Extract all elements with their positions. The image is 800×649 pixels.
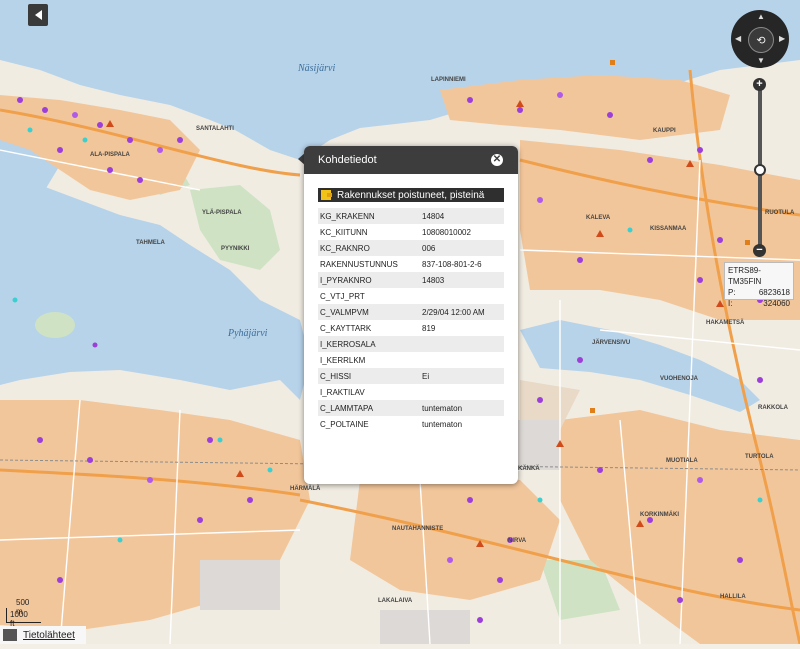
attribute-value: tuntematon (420, 400, 504, 416)
close-icon[interactable]: ✕ (491, 154, 503, 166)
attribute-value: 837-108-801-2-6 (422, 259, 482, 269)
place-label: MUOTIALA (666, 458, 698, 464)
attribute-row: KG_KRAKENN 14804 (318, 208, 504, 224)
place-label: SANTALAHTI (196, 126, 234, 132)
attribute-value: tuntematon (422, 419, 463, 429)
place-label: HAKAMETSÄ (706, 320, 745, 326)
attribute-row: I_KERRLKM (318, 352, 504, 368)
attribute-value (420, 352, 504, 368)
reset-view-icon[interactable]: ⟲ (748, 27, 774, 53)
place-label: ALA-PISPALA (90, 152, 130, 158)
pan-right-icon[interactable]: ▶ (779, 35, 785, 43)
zoom-out-button[interactable]: − (753, 244, 766, 257)
place-label: NAUTAHANNISTE (392, 526, 444, 532)
layer-header: Rakennukset poistuneet, pisteinä (318, 188, 504, 202)
pan-left-icon[interactable]: ◀ (735, 35, 741, 43)
data-sources-label[interactable]: Tietolähteet (23, 630, 75, 641)
attribute-key: RAKENNUSTUNNUS (320, 259, 398, 269)
attribute-row: C_VALMPVM 2/29/04 12:00 AM (318, 304, 504, 320)
attribute-key: KC_KIITUNN (320, 227, 368, 237)
place-label: RAKKOLA (758, 405, 788, 411)
place-label: KALEVA (586, 215, 611, 221)
info-icon (3, 629, 17, 641)
i-value: 324060 (763, 299, 790, 308)
layer-title: Rakennukset poistuneet, pisteinä (337, 189, 485, 201)
place-label: LAKALAIVA (378, 598, 413, 604)
place-label: HALLILA (720, 594, 746, 600)
place-label: NIRVA (508, 538, 527, 544)
coordinate-readout: ETRS89-TM35FIN P: 6823618 I: 324060 (724, 262, 794, 308)
place-label: HÄRMÄLÄ (290, 486, 321, 492)
attribute-key: C_VALMPVM (318, 304, 420, 320)
attribute-value: 14804 (420, 208, 504, 224)
attribute-row: C_VTJ_PRT (318, 288, 504, 304)
place-label: KISSANMAA (650, 226, 687, 232)
attribute-row: RAKENNUSTUNNUS 837-108-801-2-6 (318, 256, 504, 272)
attribute-key: I_PYRAKNRO (318, 272, 420, 288)
attribute-value: 10808010002 (422, 227, 471, 237)
attribute-value: 819 (422, 323, 436, 333)
place-label: LAPINNIEMI (431, 77, 466, 83)
zoom-in-button[interactable]: + (753, 78, 766, 91)
i-label: I: (728, 299, 733, 308)
attribute-row: C_HISSI Ei (318, 368, 504, 384)
attribute-key: C_LAMMTAPA (318, 400, 420, 416)
data-sources-link[interactable]: Tietolähteet (0, 626, 86, 644)
attribute-key: C_HISSI (318, 368, 420, 384)
attribute-row: I_RAKTILAV (318, 384, 504, 400)
attribute-key: I_KERROSALA (318, 336, 420, 352)
place-label: KAUPPI (653, 128, 676, 134)
place-label: JÄRVENSIVU (592, 340, 631, 346)
coordinate-system: ETRS89-TM35FIN (728, 266, 762, 286)
attribute-value: 2/29/04 12:00 AM (420, 304, 504, 320)
attribute-row: KC_RAKNRO 006 (318, 240, 504, 256)
zoom-slider-handle[interactable] (754, 164, 766, 176)
attribute-row: C_LAMMTAPA tuntematon (318, 400, 504, 416)
pan-down-icon[interactable]: ▼ (757, 57, 765, 65)
attribute-row: I_KERROSALA (318, 336, 504, 352)
attribute-key: C_KAYTTARK (320, 323, 372, 333)
place-label: KORKINMÄKI (640, 512, 679, 518)
attribute-row: C_KAYTTARK 819 (318, 320, 504, 336)
attribute-key: C_VTJ_PRT (320, 291, 365, 301)
attribute-key: I_KERRLKM (320, 355, 366, 365)
popup-header: Kohdetiedot ✕ (304, 146, 518, 174)
p-label: P: (728, 288, 736, 297)
lake-label-pyhajarvi: Pyhäjärvi (228, 328, 268, 339)
attribute-key: I_RAKTILAV (320, 387, 365, 397)
place-label: YLÄ-PISPALA (202, 210, 242, 216)
attribute-key: C_POLTAINE (320, 419, 369, 429)
attribute-value: 006 (420, 240, 504, 256)
place-label: KÄNKÄ (518, 466, 540, 472)
attribute-value: Ei (420, 368, 504, 384)
place-label: TAHMELA (136, 240, 165, 246)
attribute-value (420, 288, 504, 304)
place-label: TURTOLA (745, 454, 774, 460)
lake-label-nasijarvi: Näsijärvi (298, 63, 336, 74)
attribute-value: 14803 (420, 272, 504, 288)
attribute-value (420, 336, 504, 352)
pan-control[interactable]: ▲ ▼ ◀ ▶ ⟲ (731, 10, 789, 68)
place-label: RUOTULA (765, 210, 795, 216)
feature-info-popup: Kohdetiedot ✕ Rakennukset poistuneet, pi… (304, 146, 518, 484)
attribute-row: I_PYRAKNRO 14803 (318, 272, 504, 288)
popup-title: Kohdetiedot (318, 154, 377, 166)
attribute-value (420, 384, 504, 400)
attribute-table: KG_KRAKENN 14804 KC_KIITUNN 10808010002 KC_R… (318, 208, 504, 432)
collapse-panel-button[interactable] (28, 4, 48, 26)
place-label: VUOHENOJA (660, 376, 699, 382)
attribute-key: KC_RAKNRO (318, 240, 420, 256)
layer-icon (321, 190, 332, 200)
p-value: 6823618 (758, 288, 790, 297)
attribute-key: KG_KRAKENN (318, 208, 420, 224)
place-label: PYYNIKKI (221, 246, 250, 252)
attribute-row: C_POLTAINE tuntematon (318, 416, 504, 432)
pan-up-icon[interactable]: ▲ (757, 13, 765, 21)
attribute-row: KC_KIITUNN 10808010002 (318, 224, 504, 240)
